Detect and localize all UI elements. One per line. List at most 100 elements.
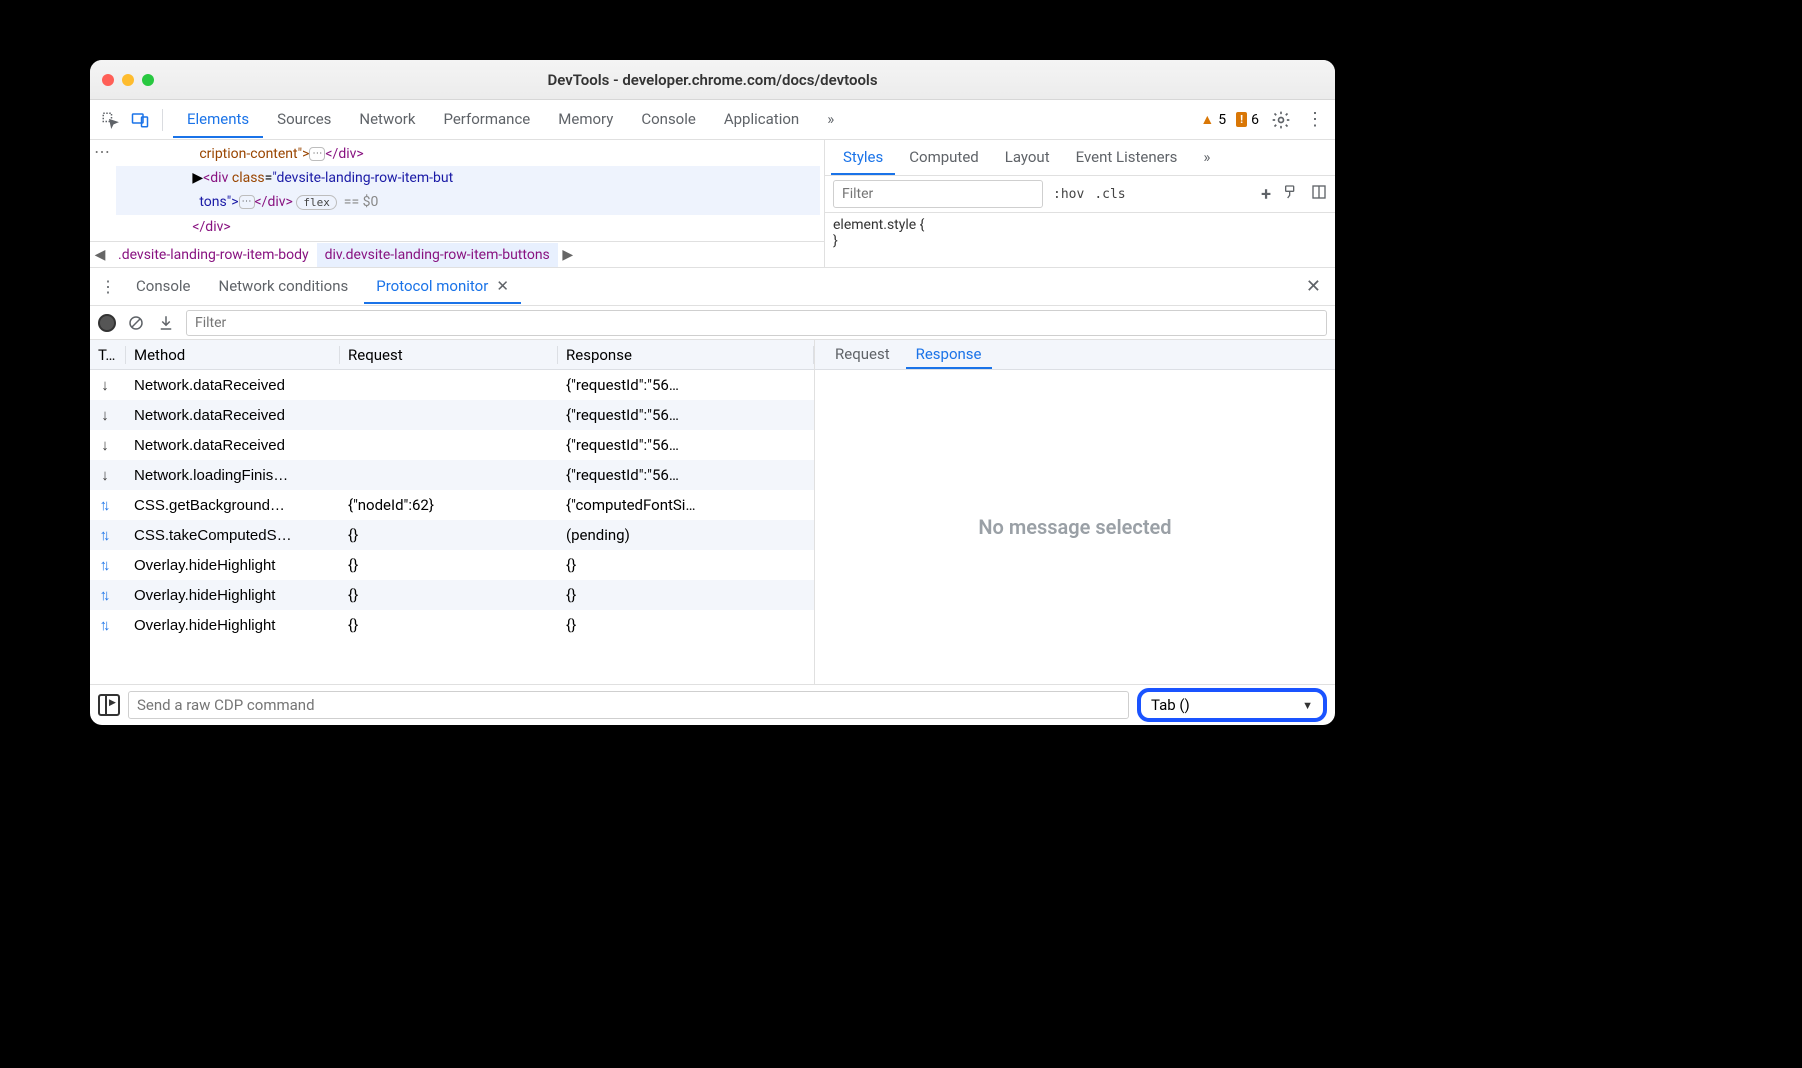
- devtools-window: DevTools - developer.chrome.com/docs/dev…: [90, 60, 1335, 725]
- drawer-tab-protocol-monitor[interactable]: Protocol monitor ✕: [364, 270, 521, 304]
- inspect-icon[interactable]: [98, 108, 122, 132]
- cell-method: CSS.takeComputedS…: [126, 527, 340, 544]
- arrow-updown-icon: ↑↓: [98, 526, 112, 544]
- protocol-toolbar: [90, 306, 1335, 340]
- protocol-table-header: T… Method Request Response: [90, 340, 814, 370]
- styles-body[interactable]: element.style { }: [825, 213, 1335, 253]
- cell-method: Overlay.hideHighlight: [126, 587, 340, 604]
- protocol-rows[interactable]: ↓Network.dataReceived{"requestId":"56…↓N…: [90, 370, 814, 684]
- col-type[interactable]: T…: [90, 346, 126, 364]
- elements-pane: ⋯ cription-content">⋯</div> ▶<div class=…: [90, 140, 825, 267]
- cell-method: Network.dataReceived: [126, 437, 340, 454]
- settings-icon[interactable]: [1269, 108, 1293, 132]
- issues-icon: !: [1236, 112, 1247, 127]
- close-tab-icon[interactable]: ✕: [496, 277, 509, 295]
- tab-memory[interactable]: Memory: [544, 102, 627, 138]
- breadcrumb-item-active[interactable]: div.devsite-landing-row-item-buttons: [317, 243, 558, 267]
- detail-tab-request[interactable]: Request: [825, 341, 900, 369]
- table-row[interactable]: ↑↓Overlay.hideHighlight{}{}: [90, 610, 814, 640]
- tab-styles[interactable]: Styles: [831, 141, 895, 175]
- window-title: DevTools - developer.chrome.com/docs/dev…: [90, 71, 1335, 89]
- style-rule-line: }: [833, 233, 1327, 249]
- table-row[interactable]: ↓Network.dataReceived{"requestId":"56…: [90, 400, 814, 430]
- tab-performance[interactable]: Performance: [429, 102, 544, 138]
- detail-tab-response[interactable]: Response: [906, 341, 992, 369]
- drawer-more-icon[interactable]: ⋮: [96, 277, 120, 296]
- close-drawer-icon[interactable]: ✕: [1298, 276, 1329, 297]
- minimize-window-icon[interactable]: [122, 74, 134, 86]
- close-window-icon[interactable]: [102, 74, 114, 86]
- no-message-placeholder: No message selected: [815, 370, 1335, 684]
- table-row[interactable]: ↑↓Overlay.hideHighlight{}{}: [90, 550, 814, 580]
- cell-response: {"requestId":"56…: [558, 406, 814, 424]
- tabs-overflow-icon[interactable]: »: [813, 102, 848, 138]
- tab-sources[interactable]: Sources: [263, 102, 345, 138]
- table-row[interactable]: ↑↓CSS.getBackground…{"nodeId":62}{"compu…: [90, 490, 814, 520]
- maximize-window-icon[interactable]: [142, 74, 154, 86]
- record-icon[interactable]: [98, 314, 116, 332]
- tab-computed[interactable]: Computed: [897, 141, 991, 175]
- breadcrumb-item[interactable]: .devsite-landing-row-item-body: [110, 243, 317, 267]
- upper-panels: ⋯ cription-content">⋯</div> ▶<div class=…: [90, 140, 1335, 268]
- clear-icon[interactable]: [126, 313, 146, 333]
- cell-response: {"requestId":"56…: [558, 436, 814, 454]
- main-toolbar: Elements Sources Network Performance Mem…: [90, 100, 1335, 140]
- col-request[interactable]: Request: [340, 346, 558, 364]
- hov-toggle[interactable]: :hov: [1053, 187, 1084, 202]
- protocol-filter-input[interactable]: [186, 310, 1327, 336]
- computed-panel-icon[interactable]: [1311, 184, 1327, 205]
- flex-badge[interactable]: flex: [296, 195, 337, 210]
- styles-tabs: Styles Computed Layout Event Listeners »: [825, 140, 1335, 176]
- warnings-badge[interactable]: ▲ 5: [1200, 111, 1226, 128]
- cls-toggle[interactable]: .cls: [1094, 187, 1125, 202]
- cell-method: Overlay.hideHighlight: [126, 617, 340, 634]
- more-icon[interactable]: ⋮: [1303, 108, 1327, 132]
- tab-layout[interactable]: Layout: [993, 141, 1062, 175]
- issues-badge[interactable]: ! 6: [1236, 112, 1259, 128]
- table-row[interactable]: ↑↓CSS.takeComputedS…{}(pending): [90, 520, 814, 550]
- col-method[interactable]: Method: [126, 346, 340, 364]
- arrow-updown-icon: ↑↓: [98, 616, 112, 634]
- tab-elements[interactable]: Elements: [173, 102, 263, 138]
- table-row[interactable]: ↓ Network.dataReceived {"requestId":"56…: [90, 430, 814, 460]
- drawer-tab-console[interactable]: Console: [124, 270, 203, 304]
- arrow-down-icon: ↓: [98, 436, 112, 454]
- save-icon[interactable]: [156, 313, 176, 333]
- expand-icon[interactable]: ⋯: [239, 195, 255, 209]
- table-row[interactable]: ↓Network.dataReceived{"requestId":"56…: [90, 370, 814, 400]
- breadcrumb-prev-icon[interactable]: ◀: [90, 247, 110, 263]
- styles-filter-input[interactable]: [833, 180, 1043, 208]
- tab-application[interactable]: Application: [710, 102, 813, 138]
- dom-tree[interactable]: cription-content">⋯</div> ▶<div class="d…: [114, 140, 824, 241]
- cell-method: Overlay.hideHighlight: [126, 557, 340, 574]
- tab-console[interactable]: Console: [627, 102, 710, 138]
- warnings-count: 5: [1218, 112, 1226, 128]
- col-response[interactable]: Response: [558, 346, 814, 364]
- tab-event-listeners[interactable]: Event Listeners: [1064, 141, 1190, 175]
- drawer-tab-network-conditions[interactable]: Network conditions: [207, 270, 361, 304]
- window-controls: [102, 74, 154, 86]
- left-panel-toggle-icon[interactable]: [98, 694, 120, 716]
- arrow-updown-icon: ↑↓: [98, 586, 112, 604]
- table-row[interactable]: ↑↓Overlay.hideHighlight{}{}: [90, 580, 814, 610]
- expand-icon[interactable]: ⋯: [309, 147, 325, 161]
- collapsed-ancestors-icon[interactable]: ⋯: [90, 140, 114, 241]
- brush-icon[interactable]: [1283, 184, 1299, 205]
- arrow-down-icon: ↓: [98, 376, 112, 394]
- table-row[interactable]: ↓Network.loadingFinis…{"requestId":"56…: [90, 460, 814, 490]
- drawer-tabs: ⋮ Console Network conditions Protocol mo…: [90, 268, 1335, 306]
- cdp-command-input[interactable]: [128, 691, 1129, 719]
- styles-overflow-icon[interactable]: »: [1191, 141, 1222, 175]
- cell-method: Network.dataReceived: [126, 377, 340, 394]
- breadcrumb: ◀ .devsite-landing-row-item-body div.dev…: [90, 241, 824, 267]
- cell-request: {"nodeId":62}: [340, 496, 558, 514]
- tab-network[interactable]: Network: [345, 102, 429, 138]
- breadcrumb-next-icon[interactable]: ▶: [558, 247, 578, 263]
- cell-response: {"computedFontSi…: [558, 496, 814, 514]
- arrow-updown-icon: ↑↓: [98, 556, 112, 574]
- cell-request: {}: [340, 556, 558, 574]
- cell-request: {}: [340, 526, 558, 544]
- target-selector[interactable]: Tab (): [1137, 688, 1327, 722]
- new-style-rule-icon[interactable]: +: [1261, 184, 1271, 205]
- device-toggle-icon[interactable]: [128, 108, 152, 132]
